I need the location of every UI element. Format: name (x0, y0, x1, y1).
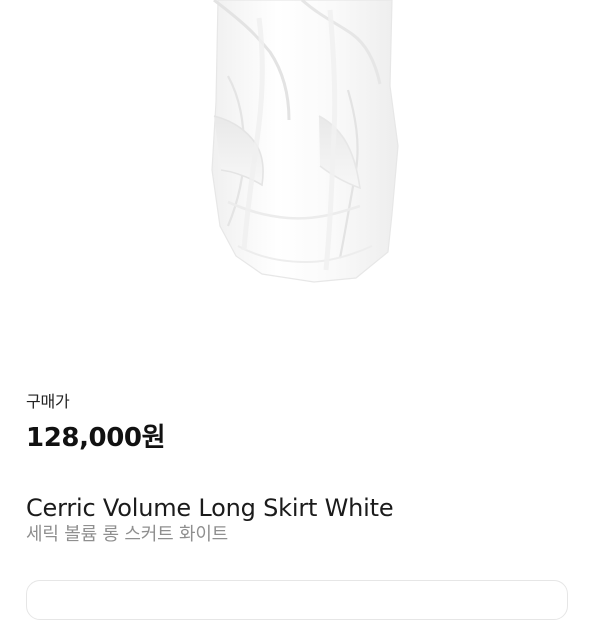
price-section: 구매가 128,000원 (26, 392, 566, 454)
bottom-option-card[interactable] (26, 580, 568, 620)
price-label: 구매가 (26, 392, 70, 411)
product-title-korean: 세릭 볼륨 롱 스커트 화이트 (26, 524, 229, 545)
product-title-section: Cerric Volume Long Skirt White 세릭 볼륨 롱 스… (26, 493, 566, 547)
product-title-english: Cerric Volume Long Skirt White (26, 494, 394, 522)
product-image[interactable] (0, 0, 594, 350)
white-skirt-photo (211, 0, 399, 283)
price-value: 128,000원 (26, 423, 166, 453)
